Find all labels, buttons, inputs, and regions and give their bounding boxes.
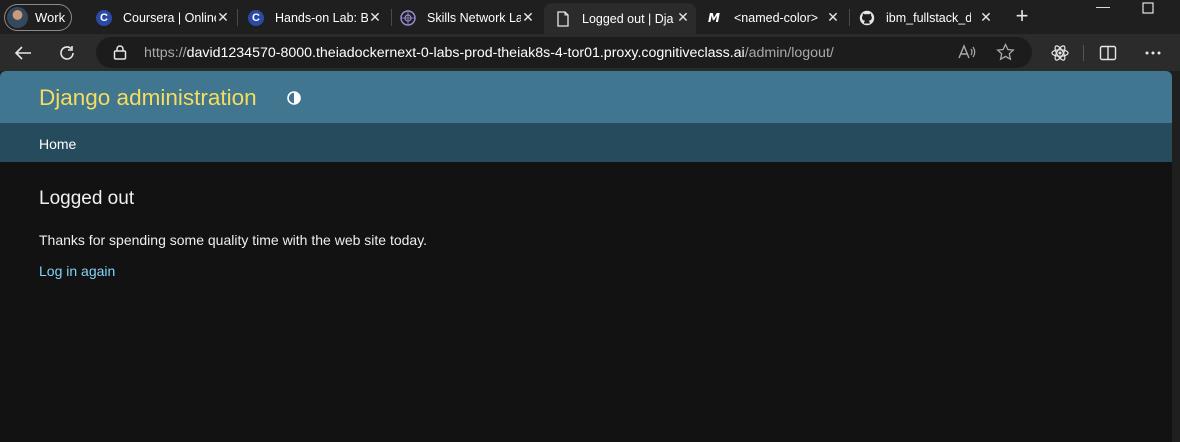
tab-logged-out[interactable]: Logged out | Dja ✕: [544, 3, 696, 34]
scrollbar[interactable]: [1172, 71, 1180, 442]
tab-title: ibm_fullstack_de: [886, 10, 971, 25]
profile-button[interactable]: Work: [4, 4, 72, 31]
browser-toolbar: https://david1234570-8000.theiadockernex…: [0, 34, 1180, 71]
page-content: Django administration Home Logged out Th…: [0, 71, 1172, 442]
skills-network-icon: [400, 9, 416, 26]
log-in-again-link[interactable]: Log in again: [39, 263, 115, 279]
extension-react-icon[interactable]: [1049, 42, 1071, 64]
theme-toggle-icon[interactable]: [287, 91, 301, 105]
tab-title: Hands-on Lab: B: [275, 10, 368, 25]
url-text[interactable]: https://david1234570-8000.theiadockernex…: [144, 45, 834, 61]
url-scheme: https://: [144, 45, 187, 61]
github-icon: [859, 10, 875, 26]
close-icon[interactable]: ✕: [979, 10, 993, 24]
tab-title: Skills Network La: [427, 10, 521, 25]
new-tab-button[interactable]: +: [1011, 5, 1033, 28]
page-icon: [555, 10, 571, 27]
avatar: [7, 7, 28, 28]
refresh-icon[interactable]: [56, 42, 78, 64]
site-header: Django administration: [0, 71, 1172, 123]
close-icon[interactable]: ✕: [368, 10, 382, 24]
profile-label: Work: [35, 10, 66, 25]
tab-skills-network[interactable]: Skills Network La ✕: [393, 3, 541, 32]
close-icon[interactable]: ✕: [216, 10, 230, 24]
address-bar[interactable]: https://david1234570-8000.theiadockernex…: [96, 37, 1032, 68]
tab-named-color[interactable]: M <named-color> ✕: [698, 3, 846, 32]
maximize-icon[interactable]: [1138, 0, 1158, 20]
more-options-icon[interactable]: [1142, 42, 1164, 64]
tab-title: Logged out | Dja: [582, 11, 674, 26]
tab-coursera[interactable]: C Coursera | Online ✕: [88, 3, 236, 32]
mdn-icon: M: [708, 10, 720, 25]
breadcrumb: Home: [0, 123, 1172, 162]
split-screen-icon[interactable]: [1097, 42, 1119, 64]
close-icon[interactable]: ✕: [521, 10, 535, 24]
breadcrumb-home-link[interactable]: Home: [39, 136, 76, 152]
coursera-icon: C: [96, 9, 112, 26]
back-icon[interactable]: [12, 42, 34, 64]
minimize-icon[interactable]: —: [1093, 0, 1113, 18]
site-name-link[interactable]: Django administration: [39, 85, 257, 111]
close-icon[interactable]: ✕: [676, 10, 690, 24]
read-aloud-icon[interactable]: [958, 44, 976, 65]
logout-message: Thanks for spending some quality time wi…: [39, 232, 428, 248]
tab-title: Coursera | Online: [123, 10, 216, 25]
close-icon[interactable]: ✕: [826, 10, 840, 24]
tab-title: <named-color>: [734, 10, 819, 25]
tab-strip: Work C Coursera | Online ✕ C Hands-on La…: [0, 0, 1180, 34]
page-title: Logged out: [39, 188, 135, 209]
url-path: /admin/logout/: [744, 45, 834, 61]
url-host: david1234570-8000.theiadockernext-0-labs…: [186, 45, 745, 61]
tab-hands-on-lab[interactable]: C Hands-on Lab: B ✕: [240, 3, 388, 32]
tab-github[interactable]: ibm_fullstack_de ✕: [851, 3, 999, 32]
lock-icon[interactable]: [113, 45, 127, 65]
coursera-icon: C: [248, 9, 264, 26]
favorite-star-icon[interactable]: [996, 42, 1015, 66]
